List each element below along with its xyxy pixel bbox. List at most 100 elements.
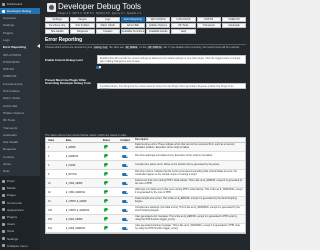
cell-description: User-generated warning message. This is …: [135, 224, 245, 233]
sidebar-item-label: Requests: [3, 147, 17, 152]
submenu-item-autoloads[interactable]: Autoloads: [0, 132, 40, 138]
sidebar-item-collapse-menu[interactable]: Collapse menu: [0, 243, 40, 249]
sidebar-item-dashboard[interactable]: Dashboard: [0, 1, 40, 7]
sidebar-item-pages[interactable]: Pages: [0, 192, 40, 198]
sidebar-item-tools[interactable]: Tools: [0, 228, 40, 234]
cell-name: E_WARNING: [65, 154, 79, 158]
submenu-item-transients[interactable]: Transients: [0, 125, 40, 131]
submenu-item-about[interactable]: About: [0, 161, 40, 167]
submenu-item-sub-folders[interactable]: Sub Folders: [0, 88, 40, 94]
cell-description-text: Run-time warnings (non-fatal errors). Ex…: [135, 153, 213, 157]
check-icon: [104, 154, 109, 158]
cell-description-text: Warnings (non-fatal errors) that occur d…: [135, 188, 243, 194]
version-meta-item: Apache 2.4: [126, 11, 141, 15]
cell-value: 256: [48, 217, 52, 221]
option-description-prevent-override: If enabled above, this will ignore the c…: [97, 83, 246, 91]
main-content: Developer Debug Tools Plugin 2.0 WP 6.3 PH…: [40, 0, 250, 250]
sidebar-item-settings[interactable]: Settings: [0, 236, 40, 242]
enabled-toggle[interactable]: [122, 181, 129, 185]
cell-name: E_PARSE: [65, 163, 76, 167]
sidebar-item-label: Sub Folders: [3, 89, 20, 93]
version-meta-item: WP 6.3: [72, 11, 82, 15]
option-description-text: If enabled above, this will ignore the c…: [100, 85, 234, 91]
tab-available-hooks[interactable]: Available Hooks: [146, 29, 171, 34]
tab-plugins[interactable]: Plugins: [70, 17, 95, 22]
submenu-item-db-tools[interactable]: Db Tools: [0, 117, 40, 123]
intro-code: debug.log: [93, 46, 109, 49]
enabled-toggle[interactable]: [122, 199, 129, 203]
enabled-toggle[interactable]: [122, 208, 129, 212]
tab-hidden-options[interactable]: Hidden Options: [146, 23, 171, 28]
tab-help[interactable]: Help: [171, 29, 196, 34]
tab-transients[interactable]: Transients: [196, 23, 221, 28]
cell-description-text: Fatal errors that occur during PHP's ini…: [135, 179, 243, 185]
enabled-toggle[interactable]: [122, 145, 129, 149]
submenu-item-site-health[interactable]: Site Health: [0, 139, 40, 145]
tab-maint-mode[interactable]: Maint. Mode: [95, 23, 120, 28]
sidebar-item-label: PHP.INI: [3, 67, 14, 72]
submenu-item-error-reporting[interactable]: Error Reporting: [0, 44, 40, 50]
cell-enabled: [115, 163, 135, 167]
tab-functions-php[interactable]: Functions.php: [45, 23, 70, 28]
tab-requests[interactable]: Requests: [70, 29, 95, 34]
tab-wp-config[interactable]: WP-CONFIG: [146, 17, 171, 22]
option-description-custom-level: Enabling this will override the current …: [97, 55, 246, 64]
sidebar-item-media[interactable]: Media: [0, 185, 40, 191]
tab-available-functions[interactable]: Available Functions: [120, 29, 146, 34]
intro-code: WP_DEBUG: [124, 46, 139, 49]
check-icon: [104, 199, 109, 203]
tab-user-ini[interactable]: USER.INI: [221, 17, 247, 22]
sidebar-item-developer-debug[interactable]: Developer Debug: [0, 8, 40, 14]
menu-icon: [2, 244, 5, 248]
tab-sub-folders[interactable]: Sub Folders: [70, 23, 95, 28]
submenu-item-admin-bar[interactable]: Admin Bar: [0, 103, 40, 109]
sidebar-item-posts[interactable]: Posts: [0, 178, 40, 184]
version-meta-item: MySQL 8.0: [95, 11, 110, 15]
tab-error-reporting[interactable]: Error Reporting: [120, 17, 146, 22]
check-icon: [104, 226, 109, 230]
cell-name: E_USER_WARNING: [65, 226, 86, 230]
submenu-item-maint-mode[interactable]: Maint. Mode: [0, 95, 40, 101]
cell-status: [98, 181, 116, 185]
tab-cookies[interactable]: Cookies: [95, 29, 120, 34]
enabled-toggle[interactable]: [122, 190, 129, 194]
tab-db-tools[interactable]: Db Tools: [171, 23, 196, 28]
submenu-item-user-ini[interactable]: USER.INI: [0, 73, 40, 79]
cell-name: E_CORE_ERROR: [65, 181, 83, 185]
submenu-item-settings[interactable]: Settings: [0, 22, 40, 28]
submenu-item-plugins[interactable]: Plugins: [0, 30, 40, 36]
cell-value: 512: [48, 226, 52, 230]
enabled-toggle[interactable]: [122, 172, 129, 176]
enabled-toggle[interactable]: [122, 226, 129, 230]
submenu-item-requests[interactable]: Requests: [0, 146, 40, 152]
tab-admin-bar[interactable]: Admin Bar: [120, 23, 146, 28]
sidebar-item-plugins[interactable]: Plugins: [0, 214, 40, 220]
tab-autoloads[interactable]: Autoloads: [221, 23, 247, 28]
enabled-toggle[interactable]: [122, 154, 129, 158]
cell-name: E_CORE_WARNING: [65, 190, 86, 194]
sidebar-item-comments[interactable]: Comments: [0, 200, 40, 206]
tab-htaccess[interactable]: HTACCESS: [171, 17, 196, 22]
enabled-toggle[interactable]: [122, 163, 129, 167]
cell-enabled: [115, 226, 135, 230]
submenu-item-logs[interactable]: Logs: [0, 37, 40, 43]
submenu-item-php-ini[interactable]: PHP.INI: [0, 66, 40, 72]
sidebar-item-users[interactable]: Users: [0, 221, 40, 227]
submenu-item-hidden-options[interactable]: Hidden Options: [0, 110, 40, 116]
submenu-item-htaccess[interactable]: HTACCESS: [0, 59, 40, 65]
submenu-item-cookies[interactable]: Cookies: [0, 154, 40, 160]
tab-settings[interactable]: Settings: [45, 17, 70, 22]
submenu-item-help[interactable]: Help: [0, 168, 40, 174]
enabled-toggle[interactable]: [122, 217, 129, 221]
tab-php-ini[interactable]: PHP.INI: [196, 17, 221, 22]
submenu-item-functions-php[interactable]: Functions.php: [0, 81, 40, 87]
submenu-item-wp-config[interactable]: WP-CONFIG: [0, 52, 40, 58]
custom-level-toggle[interactable]: [96, 66, 101, 69]
tab-site-health[interactable]: Site Health: [45, 29, 70, 34]
sidebar-item-appearance[interactable]: Appearance: [0, 207, 40, 213]
submenu-item-overview[interactable]: Overview: [0, 15, 40, 21]
column-header-status: Status: [102, 138, 111, 142]
section-title: Error Reporting: [45, 37, 83, 43]
sidebar-item-label: Logs: [3, 37, 10, 42]
tab-logs[interactable]: Logs: [95, 17, 120, 22]
